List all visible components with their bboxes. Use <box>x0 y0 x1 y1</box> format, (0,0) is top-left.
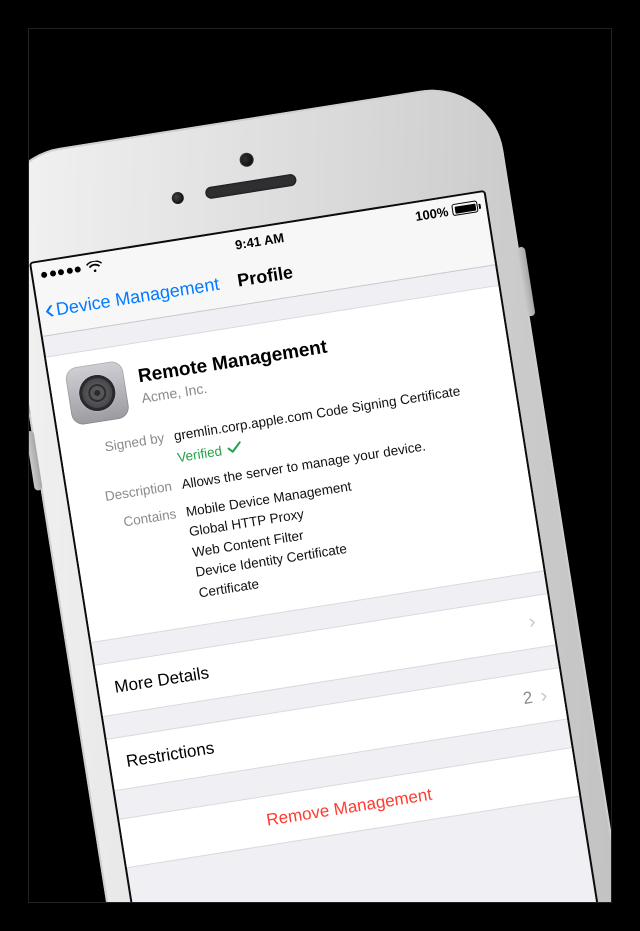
restrictions-label: Restrictions <box>125 738 216 772</box>
checkmark-icon <box>226 437 243 459</box>
profile-card: Remote Management Acme, Inc. Signed by g… <box>46 285 544 643</box>
chevron-right-icon: › <box>527 610 537 634</box>
restrictions-count: 2 <box>522 687 534 708</box>
signed-by-label: Signed by <box>76 428 169 482</box>
description-label: Description <box>83 476 173 509</box>
proximity-sensor <box>171 191 185 205</box>
stage: 9:41 AM 100% ‹ Device Management Profile <box>29 29 611 902</box>
remove-management-label: Remove Management <box>265 784 433 830</box>
volume-down-button <box>29 430 43 491</box>
settings-content: Remote Management Acme, Inc. Signed by g… <box>46 285 579 868</box>
more-details-label: More Details <box>113 663 210 698</box>
iphone-device-mockup: 9:41 AM 100% ‹ Device Management Profile <box>29 79 611 902</box>
chevron-right-icon: › <box>539 684 549 708</box>
image-frame: 9:41 AM 100% ‹ Device Management Profile <box>28 28 612 903</box>
earpiece-speaker <box>204 173 297 199</box>
verified-label: Verified <box>176 441 224 467</box>
front-camera <box>239 151 255 167</box>
contains-label: Contains <box>88 504 191 619</box>
power-button <box>517 246 536 316</box>
volume-up-button <box>29 356 31 417</box>
profile-app-icon <box>64 359 130 425</box>
gear-icon <box>77 372 118 413</box>
